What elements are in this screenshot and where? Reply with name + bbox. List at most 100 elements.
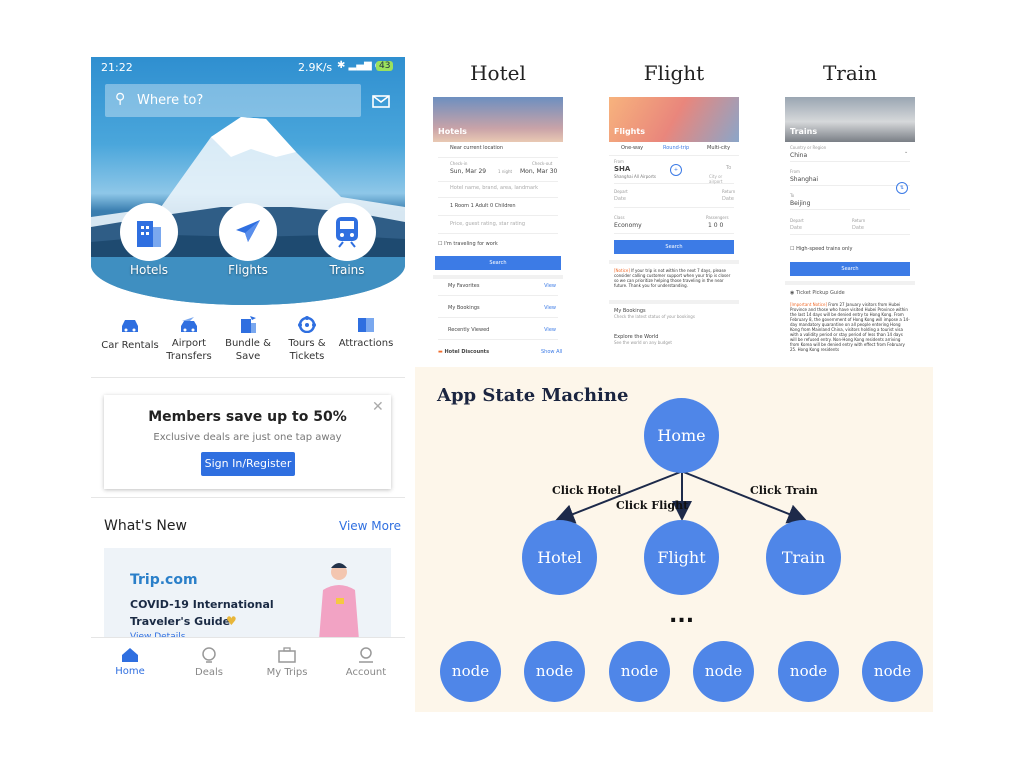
hotel-viewed-view[interactable]: View [544, 327, 556, 333]
bundle-icon [241, 316, 256, 333]
tab-my-trips[interactable]: My Trips [257, 647, 317, 678]
train-depart: Date [790, 225, 802, 231]
train-screen-title: Train [822, 61, 878, 85]
flight-depart: Date [614, 196, 626, 202]
tab-home[interactable]: Home [100, 647, 160, 677]
swap-icon[interactable]: + [670, 164, 682, 176]
hotel-show-all[interactable]: Show All [541, 349, 562, 355]
hotel-guests-row[interactable]: 1 Room 1 Adult 0 Children [438, 203, 558, 216]
phone-home-screen: 21:22 2.9K/s ✱ ▂▄▆ ◉ 43 ⚲ Where to? Hote… [91, 57, 405, 690]
plane-icon [236, 220, 260, 242]
mail-icon[interactable] [372, 95, 390, 108]
flight-route-row[interactable]: From SHA Shanghai All Airports + To City… [614, 159, 734, 184]
hotel-bookings-row[interactable]: My Bookings View [438, 305, 558, 318]
divider [91, 497, 405, 498]
tab-account[interactable]: Account [336, 647, 396, 678]
category-label: Car Rentals [101, 340, 159, 351]
hotel-search-button[interactable]: Search [435, 256, 561, 270]
flight-search-button[interactable]: Search [614, 240, 734, 254]
train-return-label: Return [852, 218, 866, 223]
hotel-favorites-row[interactable]: My Favorites View [438, 283, 558, 296]
traveler-illustration [319, 563, 359, 640]
hotel-dates-row[interactable]: Check-in Sun, Mar 29 1 night Check-out M… [438, 161, 558, 182]
train-highspeed: High-speed trains only [796, 246, 853, 252]
members-title: Members save up to 50% [148, 409, 347, 425]
flight-bookings-sub: Check the latest status of your bookings [614, 314, 695, 319]
promo-card[interactable]: Trip.com COVID-19 International Traveler… [104, 548, 391, 640]
flights-label: Flights [228, 263, 268, 277]
tab-multi-city[interactable]: Multi-city [707, 145, 730, 151]
hotels-label: Hotels [129, 263, 169, 277]
train-dates-row[interactable]: Depart Date Return Date [790, 218, 910, 235]
battery-icon: 43 [376, 61, 394, 71]
leaf-node: node [693, 641, 754, 702]
category-bundle-save[interactable]: Bundle & Save [218, 315, 278, 363]
leaf-node: node [609, 641, 670, 702]
flight-explore[interactable]: Explore the World See the world on any bu… [614, 334, 672, 345]
category-car-rentals[interactable]: Car Rentals [100, 317, 160, 352]
flight-to-sub: City or airport [709, 174, 723, 184]
category-attractions[interactable]: Attractions [335, 315, 397, 350]
search-placeholder: Where to? [137, 93, 204, 108]
hotel-location-row[interactable]: Near current location [438, 145, 558, 158]
account-icon [359, 647, 373, 663]
hotels-button[interactable]: Hotels [120, 203, 178, 277]
deals-icon [202, 647, 216, 663]
ellipsis: ... [669, 603, 695, 628]
divider [609, 300, 739, 304]
train-search-button[interactable]: Search [790, 262, 910, 276]
flight-class-row[interactable]: Class Economy Passengers 1 0 0 [614, 215, 734, 234]
train-from-row[interactable]: From Shanghai [790, 169, 910, 186]
hotel-price-row[interactable]: Price, guest rating, star rating [438, 221, 558, 234]
search-input[interactable]: ⚲ Where to? [105, 84, 361, 117]
flight-notice-text: If your trip is not within the next 7 da… [614, 268, 731, 288]
hotel-work-checkbox[interactable]: ☐ I'm traveling for work [438, 241, 498, 247]
flight-dates-row[interactable]: Depart Date Return Date [614, 189, 735, 208]
hotel-screen-title: Hotel [470, 61, 526, 85]
sign-in-button[interactable]: Sign In/Register [201, 452, 295, 476]
leaf-node: node [778, 641, 839, 702]
node-hotel: Hotel [522, 520, 597, 595]
train-from-label: From [790, 169, 800, 174]
train-highspeed-checkbox[interactable]: ☐ High-speed trains only [790, 246, 852, 252]
hotel-price: Price, guest rating, star rating [450, 221, 526, 227]
hotel-work: I'm traveling for work [444, 241, 498, 247]
tab-deals[interactable]: Deals [179, 647, 239, 678]
flight-header-title: Flights [614, 127, 645, 136]
hotel-keyword-row[interactable]: Hotel name, brand, area, landmark [438, 185, 558, 198]
node-home: Home [644, 398, 719, 473]
state-machine-panel: App State Machine Home Click Hotel Click… [415, 367, 933, 712]
node-flight: Flight [644, 520, 719, 595]
category-tours-tickets[interactable]: Tours & Tickets [277, 315, 337, 363]
tab-one-way[interactable]: One-way [621, 145, 643, 151]
flight-bookings[interactable]: My Bookings Check the latest status of yo… [614, 308, 695, 319]
flight-passengers-label: Passengers [706, 215, 729, 220]
promo-brand: Trip.com [130, 572, 198, 588]
hero-banner: 21:22 2.9K/s ✱ ▂▄▆ ◉ 43 ⚲ Where to? Hote… [91, 57, 405, 305]
train-to-row[interactable]: To Beijing [790, 193, 910, 210]
hotel-bookings-view[interactable]: View [544, 305, 556, 311]
flight-trip-tabs: One-way Round-trip Multi-city [609, 143, 739, 156]
trips-icon [278, 647, 296, 663]
view-more-link[interactable]: View More [339, 519, 401, 533]
flights-button[interactable]: Flights [219, 203, 277, 277]
category-airport-transfers[interactable]: Airport Transfers [159, 315, 219, 363]
hotel-checkin-label: Check-in [450, 161, 468, 166]
train-country-row[interactable]: Country or Region China ⌄ [790, 145, 910, 162]
hotel-viewed-row[interactable]: Recently Viewed View [438, 327, 558, 340]
train-from: Shanghai [790, 176, 819, 183]
divider [609, 260, 739, 264]
hotel-favorites-view[interactable]: View [544, 283, 556, 289]
train-guide[interactable]: ◉ Ticket Pickup Guide [790, 290, 845, 296]
flight-class: Economy [614, 222, 642, 229]
category-label: Airport [171, 338, 207, 349]
divider [785, 281, 915, 285]
tab-round-trip[interactable]: Round-trip [663, 145, 689, 151]
train-country: China [790, 152, 808, 159]
members-card: ✕ Members save up to 50% Exclusive deals… [104, 395, 391, 489]
train-notice: [Important Notice] From 27 January visit… [790, 302, 910, 360]
train-return: Date [852, 225, 864, 231]
trains-button[interactable]: Trains [318, 203, 376, 277]
home-icon [122, 648, 138, 662]
promo-line2: Traveler's Guide [130, 615, 231, 628]
